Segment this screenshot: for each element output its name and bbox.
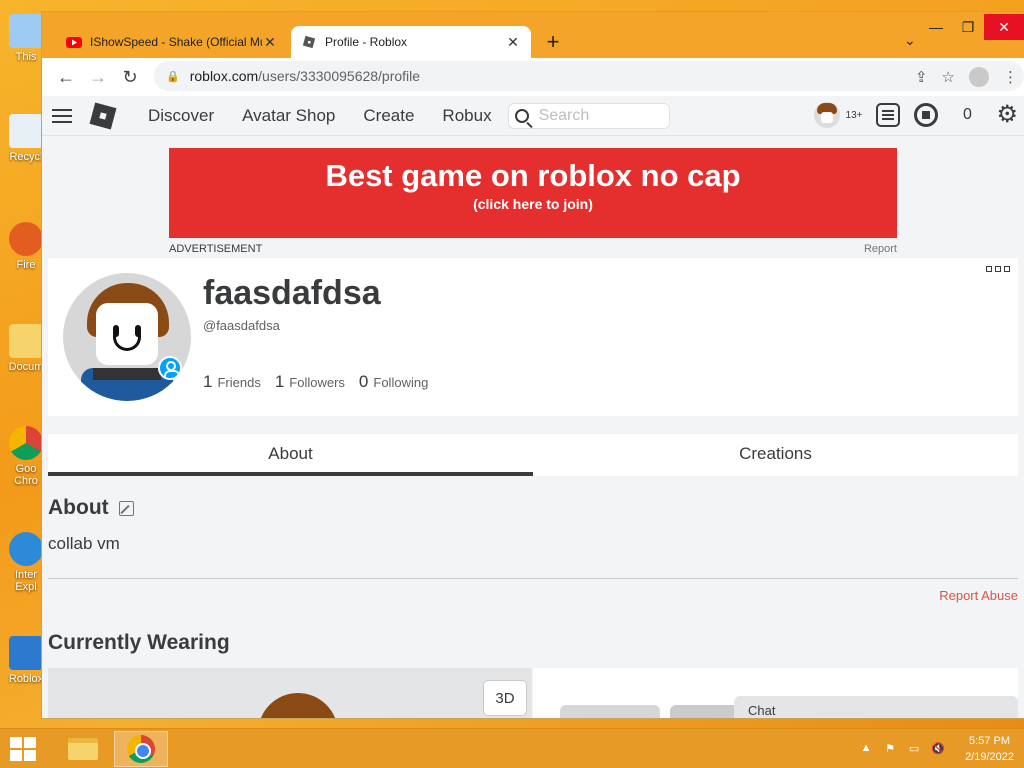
taskbar-chrome[interactable] bbox=[114, 731, 168, 767]
avatar-preview: 3D bbox=[48, 668, 532, 718]
address-toolbar: ← → ↻ 🔒 roblox.com/users/3330095628/prof… bbox=[42, 58, 1024, 96]
tab-search-icon[interactable]: ⌄ bbox=[904, 32, 916, 49]
user-avatar-thumbnail[interactable] bbox=[813, 102, 840, 128]
social-stats: 1 Friends 1 Followers 0 Following bbox=[203, 372, 428, 392]
online-status-icon bbox=[158, 356, 182, 380]
tab-roblox-profile[interactable]: Profile - Roblox ✕ bbox=[291, 26, 531, 58]
friends-link[interactable]: 1 Friends bbox=[203, 372, 261, 392]
forward-icon[interactable]: → bbox=[82, 67, 114, 88]
search-input[interactable]: Search bbox=[507, 102, 670, 129]
tab-youtube[interactable]: IShowSpeed - Shake (Official Mu ✕ bbox=[56, 26, 288, 58]
display-name: faasdafdsa bbox=[203, 274, 381, 312]
start-button[interactable] bbox=[10, 737, 36, 761]
back-icon[interactable]: ← bbox=[50, 67, 82, 88]
following-link[interactable]: 0 Following bbox=[359, 372, 428, 392]
address-bar[interactable]: 🔒 roblox.com/users/3330095628/profile ⇪ … bbox=[154, 61, 1024, 91]
show-hidden-icons-icon[interactable]: ▲ bbox=[859, 742, 873, 756]
avatar[interactable] bbox=[63, 273, 191, 401]
ie-icon bbox=[9, 532, 43, 566]
firefox-icon bbox=[9, 222, 43, 256]
age-badge: 13+ bbox=[845, 109, 863, 121]
menu-kebab-icon[interactable]: ⋮ bbox=[1003, 68, 1018, 86]
tab-creations[interactable]: Creations bbox=[533, 434, 1018, 476]
action-center-flag-icon[interactable]: ⚑ bbox=[883, 742, 897, 756]
profile-tabs: About Creations bbox=[48, 434, 1018, 476]
roblox-navbar: Discover Avatar Shop Create Robux Search… bbox=[42, 96, 1024, 136]
clock[interactable]: 5:57 PM 2/19/2022 bbox=[965, 733, 1014, 765]
tab-about[interactable]: About bbox=[48, 434, 533, 476]
minimize-button[interactable]: — bbox=[920, 14, 952, 40]
network-icon[interactable]: ▭ bbox=[907, 742, 921, 756]
lock-icon: 🔒 bbox=[166, 70, 180, 83]
new-tab-button[interactable]: + bbox=[540, 29, 566, 55]
share-icon[interactable]: ⇪ bbox=[915, 68, 928, 86]
about-heading: About bbox=[48, 496, 134, 520]
chrome-icon bbox=[127, 735, 155, 763]
taskbar-file-explorer[interactable] bbox=[56, 731, 110, 767]
system-tray: ▲ ⚑ ▭ 🔇 5:57 PM 2/19/2022 bbox=[859, 733, 1014, 765]
about-description: collab vm bbox=[48, 534, 120, 553]
chrome-icon bbox=[9, 426, 43, 460]
search-icon bbox=[514, 108, 529, 123]
reload-icon[interactable]: ↻ bbox=[114, 67, 146, 88]
ad-label: ADVERTISEMENT bbox=[169, 243, 263, 255]
settings-gear-icon[interactable]: ⚙ bbox=[996, 103, 1018, 127]
avatar-preview-image bbox=[258, 693, 338, 718]
report-abuse-link[interactable]: Report Abuse bbox=[939, 588, 1018, 603]
recycle-bin-icon bbox=[9, 114, 43, 148]
bookmark-star-icon[interactable]: ☆ bbox=[942, 68, 955, 86]
browser-window: IShowSpeed - Shake (Official Mu ✕ Profil… bbox=[42, 12, 1024, 718]
robux-count: 0 bbox=[963, 106, 972, 123]
profile-avatar-icon[interactable] bbox=[969, 67, 989, 87]
edit-pencil-icon[interactable] bbox=[118, 500, 134, 516]
window-controls: — ❐ ✕ bbox=[920, 14, 1024, 40]
more-options-icon[interactable] bbox=[986, 266, 1010, 272]
folder-icon bbox=[68, 738, 98, 760]
toggle-3d-button[interactable]: 3D bbox=[483, 680, 527, 716]
hamburger-menu-icon[interactable] bbox=[52, 105, 72, 127]
nav-discover[interactable]: Discover bbox=[148, 106, 214, 126]
close-tab-icon[interactable]: ✕ bbox=[262, 34, 278, 51]
close-tab-icon[interactable]: ✕ bbox=[505, 34, 521, 51]
taskbar: ▲ ⚑ ▭ 🔇 5:57 PM 2/19/2022 bbox=[0, 728, 1024, 768]
advertisement: Best game on roblox no cap (click here t… bbox=[169, 148, 897, 255]
page-content: Best game on roblox no cap (click here t… bbox=[42, 136, 1024, 718]
volume-muted-icon[interactable]: 🔇 bbox=[931, 742, 945, 756]
youtube-icon bbox=[66, 37, 82, 48]
ad-banner[interactable]: Best game on roblox no cap (click here t… bbox=[169, 148, 897, 238]
close-window-button[interactable]: ✕ bbox=[984, 14, 1024, 40]
username: @faasdafdsa bbox=[203, 318, 280, 333]
wearing-item-thumbnail[interactable] bbox=[560, 705, 660, 718]
nav-robux[interactable]: Robux bbox=[442, 106, 491, 126]
followers-link[interactable]: 1 Followers bbox=[275, 372, 345, 392]
nav-avatar-shop[interactable]: Avatar Shop bbox=[242, 106, 335, 126]
currently-wearing-heading: Currently Wearing bbox=[48, 631, 230, 654]
roblox-studio-icon bbox=[9, 636, 43, 670]
notifications-list-icon[interactable] bbox=[876, 103, 901, 127]
roblox-icon bbox=[302, 35, 316, 49]
ad-report-link[interactable]: Report bbox=[864, 243, 897, 255]
tab-strip: IShowSpeed - Shake (Official Mu ✕ Profil… bbox=[42, 12, 1024, 58]
nav-create[interactable]: Create bbox=[363, 106, 414, 126]
robux-icon[interactable] bbox=[914, 103, 939, 127]
divider bbox=[48, 578, 1018, 579]
chat-bar[interactable]: Chat bbox=[734, 696, 1018, 718]
maximize-button[interactable]: ❐ bbox=[952, 14, 984, 40]
document-icon bbox=[9, 324, 43, 358]
profile-header: faasdafdsa @faasdafdsa 1 Friends 1 Followe… bbox=[48, 258, 1018, 416]
computer-icon bbox=[9, 14, 43, 48]
roblox-logo-icon[interactable] bbox=[89, 102, 117, 129]
